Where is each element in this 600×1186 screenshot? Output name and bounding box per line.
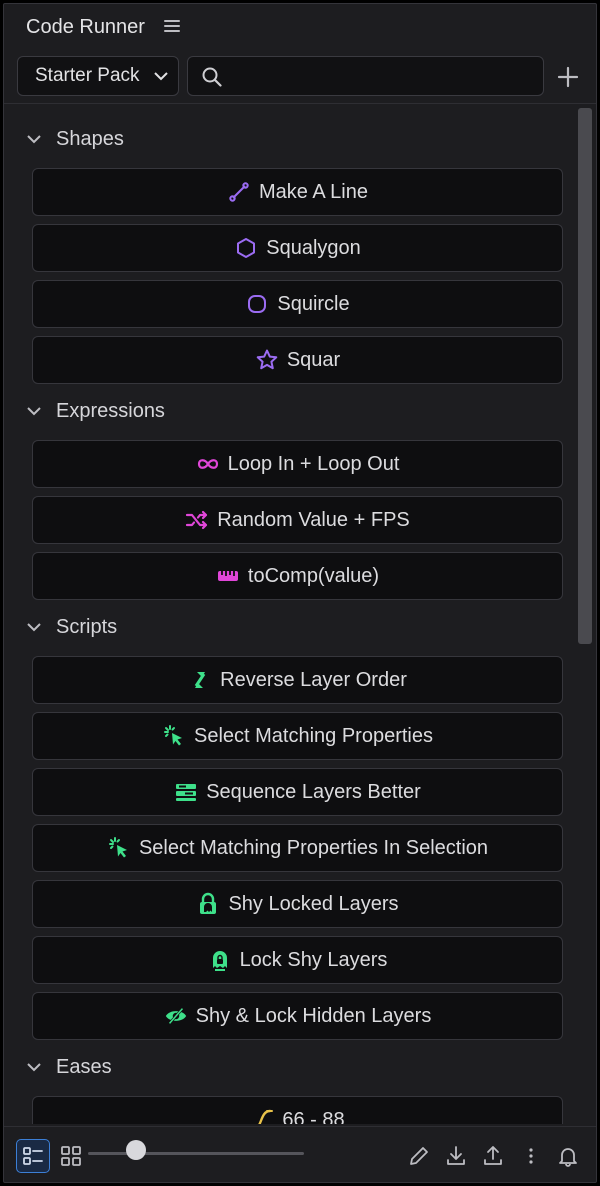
snippet-button-lock-shy-layers[interactable]: Lock Shy Layers [32, 936, 563, 984]
snippet-button-shy-lock-hidden-layers[interactable]: Shy & Lock Hidden Layers [32, 992, 563, 1040]
panel-title: Code Runner [26, 16, 145, 38]
section-title: Expressions [56, 399, 165, 422]
snippet-button-squalygon[interactable]: Squalygon [32, 224, 563, 272]
section-header-shapes[interactable]: Shapes [26, 124, 124, 154]
notifications-button[interactable] [551, 1139, 585, 1173]
section-header-expressions[interactable]: Expressions [26, 396, 165, 426]
search-box[interactable] [187, 56, 544, 96]
ruler-icon [216, 564, 240, 588]
section-header-eases[interactable]: Eases [26, 1052, 112, 1082]
size-slider-thumb[interactable] [125, 1140, 146, 1160]
menu-icon[interactable] [164, 20, 180, 34]
download-icon [447, 1146, 465, 1165]
sequence-bars-icon [174, 780, 198, 804]
section-title: Shapes [56, 127, 124, 150]
scrollbar[interactable] [578, 108, 592, 644]
snippet-label: Shy & Lock Hidden Layers [195, 1004, 432, 1027]
grid-view-icon [61, 1146, 81, 1166]
section-title: Scripts [56, 615, 118, 638]
ease-curve-icon [250, 1108, 274, 1124]
lock-ghost-icon [196, 892, 220, 916]
snippet-label: Lock Shy Layers [239, 948, 388, 971]
star-icon [255, 348, 279, 372]
snippet-button-random-value-fps[interactable]: Random Value + FPS [32, 496, 563, 544]
snippet-label: toComp(value) [247, 564, 380, 587]
snippet-button-shy-locked-layers[interactable]: Shy Locked Layers [32, 880, 563, 928]
add-icon[interactable] [557, 66, 579, 88]
chevron-down-icon [27, 135, 41, 144]
snippet-button-tocomp-value[interactable]: toComp(value) [32, 552, 563, 600]
title-bar: Code Runner [4, 4, 596, 48]
infinity-icon [196, 452, 220, 476]
snippet-label: 66 - 88 [282, 1108, 345, 1125]
snippet-button-select-matching-properties-in-selection[interactable]: Select Matching Properties In Selection [32, 824, 563, 872]
snippet-button-make-a-line[interactable]: Make A Line [32, 168, 563, 216]
snippet-button-reverse-layer-order[interactable]: Reverse Layer Order [32, 656, 563, 704]
squircle-icon [245, 292, 269, 316]
more-options-button[interactable] [514, 1139, 548, 1173]
snippet-button-loop-in-loop-out[interactable]: Loop In + Loop Out [32, 440, 563, 488]
chevron-down-icon [27, 623, 41, 632]
list-view-icon [23, 1147, 43, 1165]
search-icon [202, 67, 222, 87]
size-slider-track[interactable] [88, 1152, 304, 1155]
more-vertical-icon [529, 1148, 533, 1164]
export-button[interactable] [476, 1139, 510, 1173]
toolbar: Starter Pack [4, 54, 596, 98]
pack-dropdown[interactable]: Starter Pack [17, 56, 179, 96]
section-title: Eases [56, 1055, 112, 1078]
grid-view-button[interactable] [54, 1139, 88, 1173]
snippet-label: Make A Line [259, 180, 368, 203]
snippet-label: Loop In + Loop Out [227, 452, 400, 475]
import-button[interactable] [439, 1139, 473, 1173]
snippet-label: Select Matching Properties [193, 724, 433, 747]
snippet-button-squircle[interactable]: Squircle [32, 280, 563, 328]
snippet-label: Squircle [277, 292, 350, 315]
edit-button[interactable] [402, 1139, 436, 1173]
snippet-label: Shy Locked Layers [228, 892, 399, 915]
shuffle-icon [185, 508, 209, 532]
bell-icon [559, 1148, 577, 1167]
pencil-icon [410, 1147, 428, 1165]
snippet-label: Reverse Layer Order [220, 668, 407, 691]
cursor-click-icon [107, 836, 131, 860]
chevron-down-icon [27, 407, 41, 416]
snippet-label: Select Matching Properties In Selection [138, 836, 489, 859]
snippet-button-squar[interactable]: Squar [32, 336, 563, 384]
list-view-button[interactable] [16, 1139, 50, 1173]
cursor-click-icon [162, 724, 186, 748]
bottom-bar [4, 1126, 596, 1184]
eye-slash-icon [164, 1004, 188, 1028]
snippet-label: Squalygon [266, 236, 361, 259]
snippet-label: Squar [286, 348, 341, 371]
snippet-label: Sequence Layers Better [206, 780, 421, 803]
snippet-list: Shapes Make A Line Squalygon Squircle Squar E… [4, 104, 574, 1124]
snippet-button-select-matching-properties[interactable]: Select Matching Properties [32, 712, 563, 760]
chevron-down-icon [27, 1063, 41, 1072]
snippet-button-66-88[interactable]: 66 - 88 [32, 1096, 563, 1124]
section-header-scripts[interactable]: Scripts [26, 612, 117, 642]
chevron-down-icon [154, 72, 168, 81]
search-input[interactable] [234, 57, 534, 95]
line-icon [227, 180, 251, 204]
code-runner-panel: Code Runner Starter Pack Shapes Make A Li… [3, 3, 597, 1183]
pack-dropdown-value: Starter Pack [35, 65, 140, 86]
snippet-label: Random Value + FPS [217, 508, 410, 531]
upload-icon [484, 1146, 502, 1165]
snippet-button-sequence-layers-better[interactable]: Sequence Layers Better [32, 768, 563, 816]
hexagon-icon [234, 236, 258, 260]
ghost-lock-icon [208, 948, 232, 972]
swap-arrows-icon [188, 668, 212, 692]
